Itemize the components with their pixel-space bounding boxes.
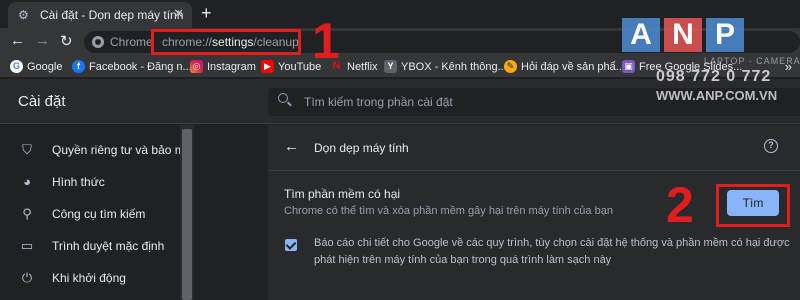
- sidebar-item-search-engine[interactable]: ⚲ Công cụ tìm kiếm: [0, 199, 180, 229]
- report-checkbox-label: Báo cáo chi tiết cho Google về các quy t…: [314, 237, 790, 266]
- watermark-letter: A: [622, 18, 660, 52]
- bookmark-facebook[interactable]: f Facebook - Đăng n...: [72, 60, 192, 73]
- reload-icon[interactable]: ↻: [60, 32, 73, 50]
- section-description: Chrome có thể tìm và xóa phần mềm gây hạ…: [284, 205, 613, 217]
- bookmark-ybox[interactable]: Y YBOX - Kênh thông...: [384, 60, 507, 73]
- close-tab-icon[interactable]: ✕: [173, 6, 184, 22]
- ybox-icon: Y: [384, 60, 397, 73]
- section-title: Tìm phần mềm có hại: [284, 187, 401, 201]
- sidebar-item-label: Công cụ tìm kiếm: [52, 207, 146, 221]
- forward-icon[interactable]: →: [35, 32, 50, 49]
- watermark-url: WWW.ANP.COM.VN: [656, 88, 778, 103]
- search-icon: [278, 93, 288, 103]
- google-icon: G: [10, 60, 23, 73]
- watermark-letter: N: [664, 18, 702, 52]
- new-tab-button[interactable]: +: [201, 3, 212, 24]
- power-icon: ⏻: [21, 270, 33, 285]
- report-checkbox[interactable]: [285, 239, 297, 251]
- main-content: ← Dọn dẹp máy tính ? Tìm phần mềm có hại…: [194, 125, 800, 300]
- sidebar-item-on-startup[interactable]: ⏻ Khi khởi động: [0, 263, 180, 293]
- youtube-icon: ▶: [261, 60, 274, 73]
- card-header: ← Dọn dẹp máy tính ?: [268, 125, 800, 171]
- facebook-icon: f: [72, 60, 85, 73]
- anp-watermark: A N P LAPTOP · CAMERA 098 772 0 772 WWW.…: [622, 18, 800, 118]
- site-chip[interactable]: Chrome: [110, 35, 153, 49]
- palette-icon: ◕: [23, 174, 31, 189]
- bookmark-google[interactable]: G Google: [10, 60, 62, 73]
- watermark-letter: P: [706, 18, 744, 52]
- search-icon: ⚲: [22, 206, 32, 221]
- back-icon[interactable]: ←: [10, 32, 25, 49]
- settings-sidebar: ⛉ Quyền riêng tư và bảo mật ◕ Hình thức …: [0, 125, 195, 300]
- sidebar-item-label: Khi khởi động: [52, 271, 126, 285]
- page-title: Cài đặt: [18, 93, 66, 110]
- sidebar-item-default-browser[interactable]: ▭ Trình duyệt mặc định: [0, 231, 180, 261]
- bookmark-label: Netflix: [347, 60, 378, 73]
- tab-settings-cleanup[interactable]: ⚙ Cài đặt - Dọn dẹp máy tính ✕: [8, 2, 192, 28]
- back-arrow-icon[interactable]: ←: [284, 138, 299, 155]
- sidebar-item-label: Quyền riêng tư và bảo mật: [52, 143, 195, 157]
- bookmark-label: Instagram: [207, 60, 256, 73]
- watermark-phone: 098 772 0 772: [656, 68, 772, 85]
- cleanup-card: ← Dọn dẹp máy tính ? Tìm phần mềm có hại…: [268, 125, 800, 300]
- instagram-icon: ◎: [190, 60, 203, 73]
- sidebar-item-appearance[interactable]: ◕ Hình thức: [0, 167, 180, 197]
- card-title: Dọn dẹp máy tính: [314, 141, 409, 155]
- annotation-step-1: 1: [312, 13, 340, 69]
- bookmark-hoidap[interactable]: ✎ Hỏi đáp về sản phẩ...: [504, 60, 625, 73]
- shield-icon: ⛉: [22, 142, 32, 157]
- tab-title: Cài đặt - Dọn dẹp máy tính: [40, 8, 184, 22]
- gear-icon: ⚙: [18, 8, 29, 22]
- url-highlight-box: [151, 29, 301, 55]
- scrollbar-thumb[interactable]: [182, 129, 192, 300]
- sidebar-item-label: Trình duyệt mặc định: [52, 239, 165, 253]
- help-icon[interactable]: ?: [764, 139, 778, 153]
- sidebar-item-privacy[interactable]: ⛉ Quyền riêng tư và bảo mật: [0, 135, 195, 165]
- bookmark-instagram[interactable]: ◎ Instagram: [190, 60, 256, 73]
- bookmark-label: YBOX - Kênh thông...: [401, 60, 507, 73]
- watermark-logo: A N P: [622, 18, 744, 52]
- bookmark-label: Google: [27, 60, 63, 73]
- bookmark-label: Hỏi đáp về sản phẩ...: [521, 60, 625, 73]
- chrome-icon: [92, 36, 104, 48]
- find-button[interactable]: Tìm: [727, 190, 779, 216]
- hoidap-icon: ✎: [504, 60, 517, 73]
- browser-icon: ▭: [20, 238, 34, 253]
- bookmark-label: Facebook - Đăng n...: [89, 60, 192, 73]
- sidebar-scrollbar[interactable]: [180, 125, 194, 300]
- annotation-step-2: 2: [666, 177, 694, 233]
- watermark-tagline: LAPTOP · CAMERA: [704, 56, 800, 66]
- sidebar-item-label: Hình thức: [52, 175, 105, 189]
